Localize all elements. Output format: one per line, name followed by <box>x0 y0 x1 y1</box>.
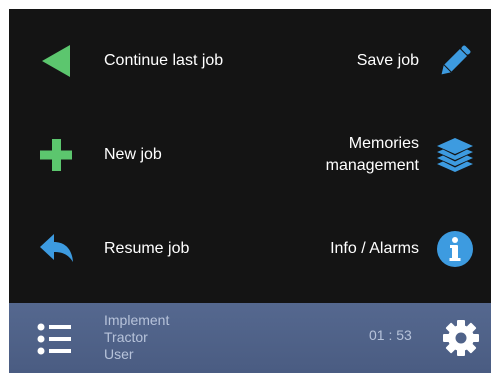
memories-management-label-line1: Memories <box>348 135 419 152</box>
info-alarms-button[interactable]: Info / Alarms <box>250 203 491 295</box>
new-job-label: New job <box>104 146 162 163</box>
undo-arrow-icon <box>40 234 73 262</box>
memories-management-button[interactable]: Memories management <box>250 109 491 201</box>
status-info: Implement Tractor User <box>104 312 169 363</box>
continue-last-job-label: Continue last job <box>104 52 224 69</box>
save-job-label: Save job <box>356 52 419 69</box>
memories-management-label-line2: management <box>325 157 419 174</box>
memories-management-label: Memories management <box>289 133 419 177</box>
status-bar: Implement Tractor User 01 : 53 <box>9 303 491 373</box>
main-menu: Continue last job Save job New job Memor… <box>9 9 491 303</box>
plus-icon <box>40 139 72 171</box>
layers-stack-icon <box>437 138 473 172</box>
info-alarms-label: Info / Alarms <box>330 240 419 257</box>
implement-label: Implement <box>104 312 170 328</box>
main-screen: Continue last job Save job New job Memor… <box>9 9 491 373</box>
save-job-button[interactable]: Save job <box>250 15 491 107</box>
pencil-icon <box>441 45 471 75</box>
resume-job-button[interactable]: Resume job <box>9 203 249 295</box>
clock-time: 01 : 53 <box>369 327 412 343</box>
gear-icon <box>443 320 479 356</box>
new-job-button[interactable]: New job <box>9 109 249 201</box>
menu-list-button[interactable] <box>35 321 75 357</box>
tractor-label: Tractor <box>104 329 148 345</box>
continue-last-job-button[interactable]: Continue last job <box>9 15 249 107</box>
settings-button[interactable] <box>441 318 481 358</box>
list-icon <box>37 323 71 355</box>
user-label: User <box>104 346 134 362</box>
resume-job-label: Resume job <box>104 240 190 257</box>
play-left-triangle-icon <box>42 45 70 77</box>
info-icon <box>437 231 473 267</box>
